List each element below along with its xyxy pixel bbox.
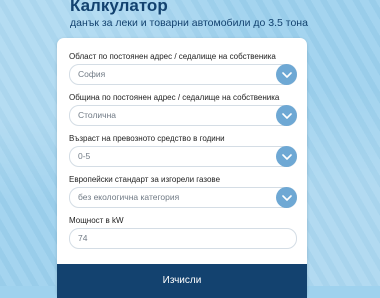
power-label: Мощност в kW xyxy=(69,216,124,225)
municipality-select[interactable]: Столична xyxy=(69,105,297,126)
power-value: 74 xyxy=(78,233,88,243)
chevron-down-icon[interactable] xyxy=(276,146,297,167)
emission-standard-field: Европейски стандарт за изгорели газове б… xyxy=(69,175,297,208)
region-field: Област по постоянен адрес / седалище на … xyxy=(69,52,297,85)
chevron-down-icon[interactable] xyxy=(276,187,297,208)
municipality-value: Столична xyxy=(78,110,117,120)
chevron-down-icon[interactable] xyxy=(276,64,297,85)
emission-standard-label: Европейски стандарт за изгорели газове xyxy=(69,175,221,184)
page-subtitle: данък за леки и товарни автомобили до 3.… xyxy=(70,17,308,29)
vehicle-age-value: 0-5 xyxy=(78,151,91,161)
region-value: София xyxy=(78,69,106,79)
calculate-button[interactable]: Изчисли xyxy=(57,264,307,298)
vehicle-age-label: Възраст на превозното средство в години xyxy=(69,134,225,143)
power-input[interactable]: 74 xyxy=(69,228,297,249)
emission-standard-value: без екологична категория xyxy=(78,192,180,202)
region-select[interactable]: София xyxy=(69,64,297,85)
vehicle-age-field: Възраст на превозното средство в години … xyxy=(69,134,297,167)
page-title: Калкулатор xyxy=(70,0,168,15)
region-label: Област по постоянен адрес / седалище на … xyxy=(69,52,276,61)
municipality-field: Община по постоянен адрес / седалище на … xyxy=(69,93,297,126)
calculator-card: Област по постоянен адрес / седалище на … xyxy=(57,38,307,298)
vehicle-age-select[interactable]: 0-5 xyxy=(69,146,297,167)
municipality-label: Община по постоянен адрес / седалище на … xyxy=(69,93,280,102)
emission-standard-select[interactable]: без екологична категория xyxy=(69,187,297,208)
power-field: Мощност в kW 74 xyxy=(69,216,297,249)
chevron-down-icon[interactable] xyxy=(276,105,297,126)
page-header: Калкулатор данък за леки и товарни автом… xyxy=(70,0,308,29)
